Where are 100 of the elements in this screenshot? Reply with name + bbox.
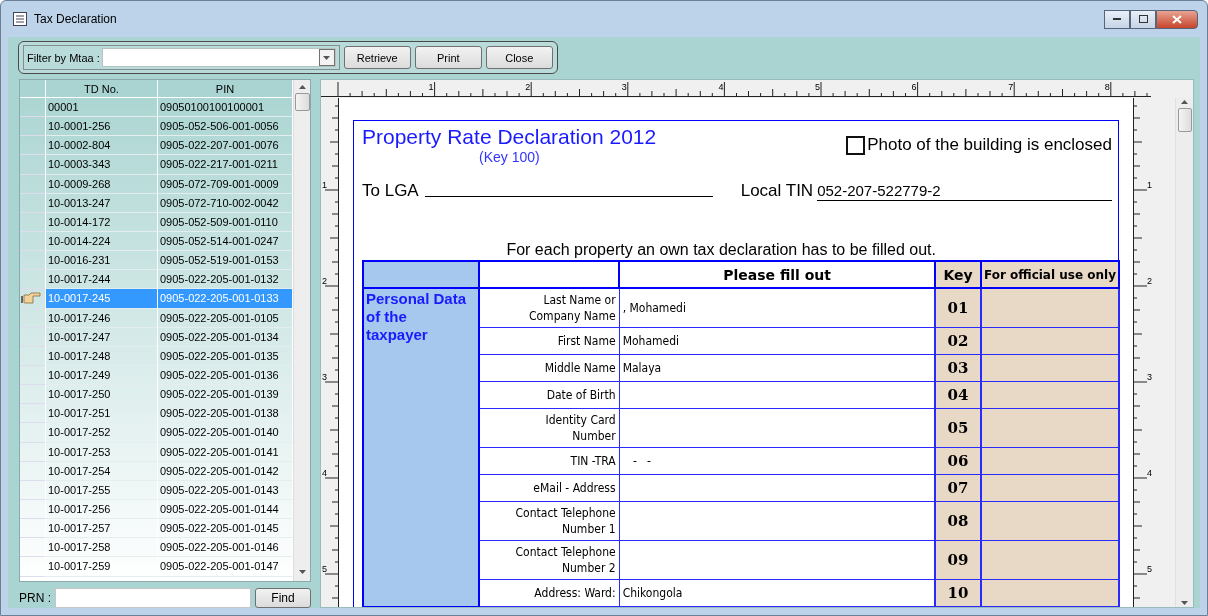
toolbar-button[interactable]: Close — [485, 46, 553, 69]
td-number-cell[interactable]: 10-0017-249 — [46, 365, 158, 386]
td-number-cell[interactable]: 10-0017-247 — [46, 327, 158, 347]
field-label: Middle Name — [479, 354, 620, 382]
filter-label: Filter by Mtaa : — [27, 51, 100, 64]
scroll-thumb[interactable] — [294, 93, 310, 111]
field-value: Mohamedi — [619, 327, 936, 355]
key-cell: 04 — [935, 381, 981, 409]
td-number-cell[interactable]: 10-0017-259 — [46, 557, 158, 577]
td-number-cell[interactable]: 10-0017-258 — [46, 538, 158, 558]
section-cell: Personal Data of the taxpayer — [363, 288, 480, 607]
ruler-number: 5 — [322, 564, 327, 574]
form-subtitle: (Key 100) — [479, 149, 541, 165]
ruler-number: 5 — [815, 82, 820, 92]
scrollbar[interactable] — [1175, 98, 1193, 607]
ruler-number: 3 — [621, 82, 627, 92]
td-number-cell[interactable]: 10-0017-251 — [46, 404, 158, 424]
form-title: Property Rate Declaration 2012 — [362, 125, 657, 149]
lga-label: To LGA — [362, 181, 419, 201]
td-number-cell[interactable]: 10-0016-231 — [46, 251, 158, 271]
ruler-number: 1 — [428, 82, 434, 92]
column-header: Key — [935, 261, 981, 288]
column-header: Please fill out — [619, 261, 936, 288]
caret-icon[interactable] — [323, 55, 331, 60]
column-header[interactable]: TD No. — [46, 80, 158, 98]
td-number-cell[interactable]: 10-0009-268 — [46, 174, 158, 194]
field-label: TIN -TRA — [479, 447, 620, 475]
td-number-cell[interactable]: 10-0017-257 — [46, 519, 158, 539]
key-cell: 08 — [935, 501, 981, 541]
td-number-cell[interactable]: 10-0003-343 — [46, 155, 158, 175]
local-tin-label: Local TIN — [740, 181, 814, 201]
local-tin-value: 052-207-522779-2 — [817, 182, 1112, 201]
document-icon — [12, 11, 28, 27]
toolbar-button[interactable]: Retrieve — [343, 46, 411, 69]
window-title: Tax Declaration — [34, 12, 117, 26]
td-number-cell[interactable]: 10-0017-253 — [46, 442, 158, 462]
toolbar-button[interactable]: Print — [414, 46, 482, 69]
ruler-number: 8 — [1104, 82, 1110, 92]
scroll-thumb[interactable] — [1177, 108, 1192, 132]
field-label: First Name — [479, 327, 620, 355]
key-cell: 06 — [935, 447, 981, 475]
key-cell: 03 — [935, 354, 981, 382]
td-number-cell[interactable]: 10-0013-247 — [46, 193, 158, 213]
ruler-number: 3 — [1147, 372, 1152, 382]
scroll-up-icon[interactable] — [1181, 100, 1188, 104]
column-header: For official use only — [980, 261, 1119, 288]
find-button[interactable]: Find — [255, 588, 311, 608]
field-label: Contact Telephone Number 1 — [479, 501, 620, 541]
prn-input-field[interactable] — [55, 588, 251, 608]
ruler-number: 2 — [322, 276, 327, 286]
field-label: Identity Card Number — [479, 408, 620, 448]
td-number-cell[interactable]: 10-0017-255 — [46, 480, 158, 500]
field-label: Address: Ward: — [479, 579, 620, 607]
close-window-button[interactable] — [1156, 9, 1198, 29]
td-number-cell[interactable]: 10-0014-224 — [46, 232, 158, 252]
td-number-cell[interactable]: 00001 — [46, 98, 158, 118]
field-value: - - — [619, 447, 936, 475]
ruler-number: 5 — [1147, 564, 1152, 574]
td-number-cell[interactable]: 10-0017-254 — [46, 461, 158, 481]
key-cell: 10 — [935, 579, 981, 607]
scroll-down-icon[interactable] — [298, 570, 306, 574]
column-header[interactable]: PIN — [158, 80, 293, 98]
field-label: Date of Birth — [479, 381, 620, 409]
ruler-number: 4 — [718, 82, 724, 92]
field-label: Last Name or Company Name — [479, 288, 620, 328]
ruler-number: 1 — [1147, 180, 1152, 190]
scrollbar[interactable] — [293, 80, 310, 581]
td-number-cell[interactable]: 10-0017-250 — [46, 385, 158, 405]
td-number-cell[interactable]: 10-0017-248 — [46, 346, 158, 366]
td-number-cell[interactable]: 10-0017-252 — [46, 423, 158, 443]
td-number-cell[interactable]: 10-0002-804 — [46, 136, 158, 156]
scroll-up-icon[interactable] — [298, 85, 306, 89]
field-label: eMail - Address — [479, 474, 620, 502]
ruler-number: 2 — [1147, 276, 1152, 286]
ruler-number: 1 — [322, 180, 327, 190]
ruler-number: 4 — [322, 468, 327, 478]
td-number-cell[interactable]: 10-0001-256 — [46, 117, 158, 137]
ruler-number: 6 — [911, 82, 917, 92]
instruction-text: For each property an own tax declaration has to be filled out. — [505, 241, 937, 259]
key-cell: 01 — [935, 288, 981, 328]
maximize-button[interactable] — [1130, 9, 1156, 29]
minimize-button[interactable] — [1104, 9, 1130, 29]
field-value: Chikongola — [619, 579, 936, 607]
photo-checkbox-label: Photo of the building is enclosed — [867, 135, 1112, 155]
dropdown-arrow-button[interactable] — [318, 49, 335, 66]
row-header-corner — [20, 80, 46, 98]
field-label: Contact Telephone Number 2 — [479, 540, 620, 580]
ruler-number: 3 — [322, 372, 327, 382]
photo-checkbox[interactable] — [846, 135, 866, 155]
td-number-cell[interactable]: 10-0017-256 — [46, 499, 158, 520]
key-cell: 05 — [935, 408, 981, 448]
maximize-icon — [1138, 15, 1148, 23]
fill-in-line[interactable] — [424, 195, 713, 197]
ruler-number: 4 — [1147, 468, 1152, 478]
td-number-cell[interactable]: 10-0014-172 — [46, 212, 158, 232]
key-cell: 02 — [935, 327, 981, 355]
key-cell: 09 — [935, 540, 981, 580]
scroll-down-icon[interactable] — [1181, 601, 1188, 605]
td-number-cell[interactable]: 10-0017-246 — [46, 308, 158, 328]
ruler-number: 2 — [525, 82, 531, 92]
